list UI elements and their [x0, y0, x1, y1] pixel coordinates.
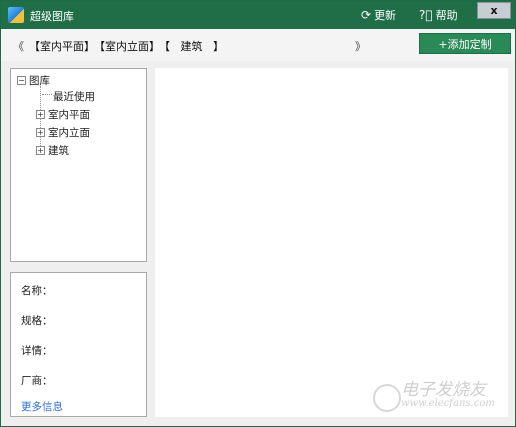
library-tree: − 图库 最近使用 + 室内平面 + 室内立面 + 建筑 [10, 68, 147, 262]
more-info-link[interactable]: 更多信息 [21, 399, 63, 414]
help-button[interactable]: ?⃝ 帮助 [419, 7, 458, 23]
navigation-bar: 《 【室内平面】 【室内立面】 【 建筑 】 》 +添加定制 [1, 29, 515, 61]
tree-item-label: 室内立面 [48, 127, 90, 139]
tree-item-label: 最近使用 [53, 91, 95, 103]
vendor-label: 厂商： [21, 375, 53, 387]
expand-icon[interactable]: + [36, 146, 45, 155]
preview-area[interactable] [155, 68, 508, 417]
help-icon: ?⃝ [419, 8, 433, 22]
refresh-button[interactable]: ⟳ 更新 [361, 7, 396, 23]
spec-label: 规格： [21, 315, 53, 327]
tree-item-interior-elevation[interactable]: + 室内立面 [36, 125, 90, 140]
app-window: 超级图库 ⟳ 更新 ?⃝ 帮助 x 《 【室内平面】 【室内立面】 【 建筑 】… [0, 0, 516, 427]
name-label: 名称： [21, 285, 53, 297]
breadcrumb-interior-plan[interactable]: 【室内平面】 [29, 38, 95, 54]
refresh-label: 更新 [374, 9, 397, 22]
detail-label: 详情： [21, 345, 53, 357]
tree-root-label: 图库 [29, 75, 50, 87]
tree-item-architecture[interactable]: + 建筑 [36, 143, 69, 158]
add-custom-button[interactable]: +添加定制 [419, 33, 511, 54]
breadcrumb-architecture[interactable]: 【 建筑 】 [159, 38, 224, 54]
breadcrumb-interior-elevation[interactable]: 【室内立面】 [94, 38, 160, 54]
expand-icon[interactable]: + [36, 110, 45, 119]
prev-icon[interactable]: 《 [13, 38, 24, 54]
refresh-icon: ⟳ [361, 8, 372, 22]
tree-item-recent[interactable]: 最近使用 [53, 89, 95, 104]
watermark-logo-icon [373, 384, 401, 412]
tree-root-library[interactable]: − 图库 [17, 73, 50, 88]
close-button[interactable]: x [477, 2, 511, 19]
tree-item-label: 室内平面 [48, 109, 90, 121]
tree-guide-line [42, 94, 52, 95]
watermark: 电子发烧友 www.elecfans.com [401, 375, 495, 409]
expand-icon[interactable]: + [36, 128, 45, 137]
window-title: 超级图库 [30, 10, 74, 23]
collapse-icon[interactable]: − [17, 76, 26, 85]
next-icon[interactable]: 》 [355, 38, 366, 54]
tree-item-label: 建筑 [48, 145, 69, 157]
title-bar: 超级图库 ⟳ 更新 ?⃝ 帮助 x [1, 1, 515, 29]
watermark-cn: 电子发烧友 [401, 380, 486, 400]
app-logo-icon [8, 7, 24, 23]
item-info-panel: 名称： 规格： 详情： 厂商： 更多信息 [10, 272, 147, 417]
help-label: 帮助 [435, 9, 458, 22]
watermark-en: www.elecfans.com [401, 398, 495, 409]
tree-item-interior-plan[interactable]: + 室内平面 [36, 107, 90, 122]
